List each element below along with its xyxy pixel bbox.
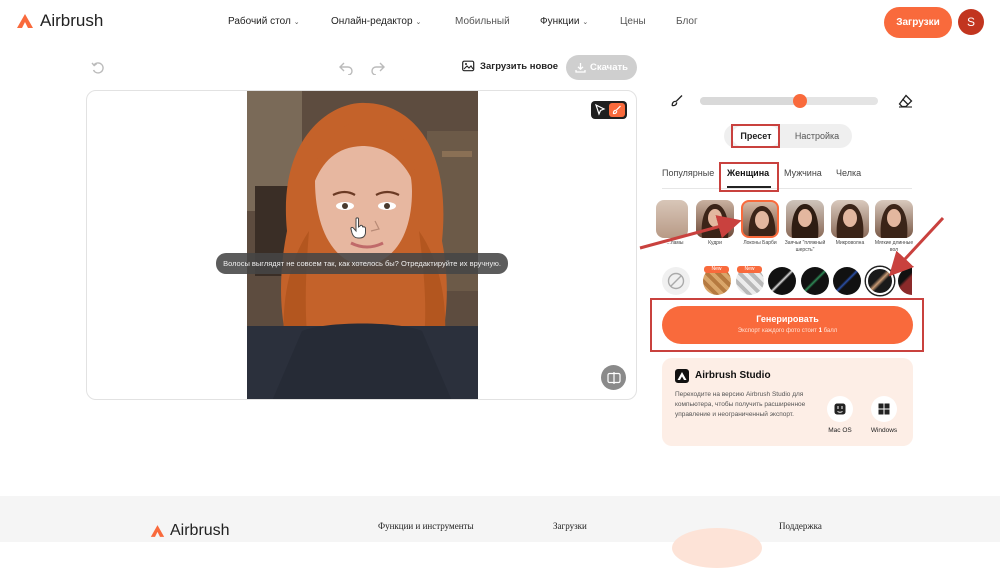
- nav-label: Функции: [540, 16, 580, 27]
- logo[interactable]: Airbrush: [16, 11, 103, 31]
- arrow-to-style: [639, 215, 742, 250]
- mac-download-button[interactable]: [827, 396, 853, 422]
- eraser-icon[interactable]: [898, 94, 913, 108]
- footer-logo[interactable]: Airbrush: [150, 522, 230, 540]
- segment-settings[interactable]: Настройка: [786, 126, 848, 146]
- airbrush-logo-icon: [150, 525, 165, 537]
- nav-label: Рабочий стол: [228, 16, 291, 27]
- studio-title: Airbrush Studio: [695, 370, 771, 381]
- nav-label: Цены: [620, 16, 646, 27]
- studio-promo-card: Airbrush Studio Переходите на версию Air…: [662, 358, 913, 446]
- chevron-down-icon: ⌄: [415, 18, 422, 26]
- nav-desktop[interactable]: Рабочий стол ⌄: [228, 16, 300, 27]
- downloads-button[interactable]: Загрузки: [884, 7, 952, 38]
- mac-label: Mac OS: [828, 427, 852, 434]
- windows-download-button[interactable]: [871, 396, 897, 422]
- download-label: Скачать: [590, 62, 628, 73]
- slider-thumb[interactable]: [792, 94, 807, 108]
- reset-icon[interactable]: [91, 61, 105, 75]
- tab-popular[interactable]: Популярные: [662, 168, 714, 178]
- chevron-down-icon: ⌄: [582, 18, 589, 26]
- brush-icon: [612, 105, 621, 115]
- annotation-arrows: [639, 215, 945, 277]
- compare-button[interactable]: [601, 365, 626, 390]
- windows-icon: [878, 403, 890, 415]
- hint-tooltip: Волосы выглядят не совсем так, как хотел…: [216, 253, 508, 274]
- studio-description: Переходите на версию Airbrush Studio для…: [675, 391, 806, 419]
- image-upload-icon: [462, 60, 475, 72]
- windows-label: Windows: [870, 427, 898, 434]
- tabs-divider: [662, 188, 912, 189]
- portrait-photo: [247, 91, 478, 399]
- slider-fill: [700, 97, 800, 105]
- undo-icon[interactable]: [338, 61, 354, 75]
- nav-blog[interactable]: Блог: [676, 16, 698, 27]
- airbrush-logo-icon: [17, 14, 33, 28]
- editor-canvas[interactable]: [86, 90, 637, 400]
- nav-features[interactable]: Функции ⌄: [540, 16, 588, 27]
- nav-label: Мобильный: [455, 16, 510, 27]
- footer-col-support[interactable]: Поддержка: [779, 521, 822, 531]
- avatar[interactable]: S: [958, 9, 984, 35]
- tab-bangs[interactable]: Челка: [836, 168, 861, 178]
- footer-col-features[interactable]: Функции и инструменты: [378, 521, 473, 531]
- portrait-illustration: [247, 91, 478, 399]
- footer-col-downloads[interactable]: Загрузки: [553, 521, 587, 531]
- annotation-box-tab: [719, 162, 779, 192]
- footer-decoration: [672, 528, 762, 568]
- brush-size-slider[interactable]: [700, 94, 878, 108]
- finder-icon: [834, 403, 846, 415]
- download-button[interactable]: Скачать: [566, 55, 637, 80]
- hand-cursor-icon: [350, 217, 366, 239]
- upload-new-button[interactable]: Загрузить новое: [462, 60, 558, 72]
- arrow-to-color: [888, 216, 945, 277]
- brush-size-icon: [671, 95, 683, 107]
- nav-label: Блог: [676, 16, 698, 27]
- tab-man[interactable]: Мужчина: [784, 168, 822, 178]
- nav-pricing[interactable]: Цены: [620, 16, 646, 27]
- redo-icon[interactable]: [370, 61, 386, 75]
- compare-icon: [606, 371, 621, 384]
- edit-mode-toggle[interactable]: [591, 101, 627, 119]
- download-icon: [575, 63, 586, 73]
- upload-new-label: Загрузить новое: [480, 60, 559, 72]
- pointer-icon[interactable]: [593, 103, 607, 117]
- logo-text: Airbrush: [40, 11, 104, 30]
- chevron-down-icon: ⌄: [293, 18, 300, 26]
- nav-online-editor[interactable]: Онлайн-редактор ⌄: [331, 16, 421, 27]
- footer-logo-text: Airbrush: [170, 522, 230, 539]
- top-header: Airbrush Рабочий стол ⌄ Онлайн-редактор ⌄ …: [0, 0, 1000, 46]
- brush-mode-icon[interactable]: [609, 103, 625, 117]
- nav-label: Онлайн-редактор: [331, 16, 413, 27]
- annotation-box-preset: [731, 124, 780, 148]
- airbrush-studio-logo-icon: [675, 369, 689, 383]
- nav-mobile[interactable]: Мобильный: [455, 16, 510, 27]
